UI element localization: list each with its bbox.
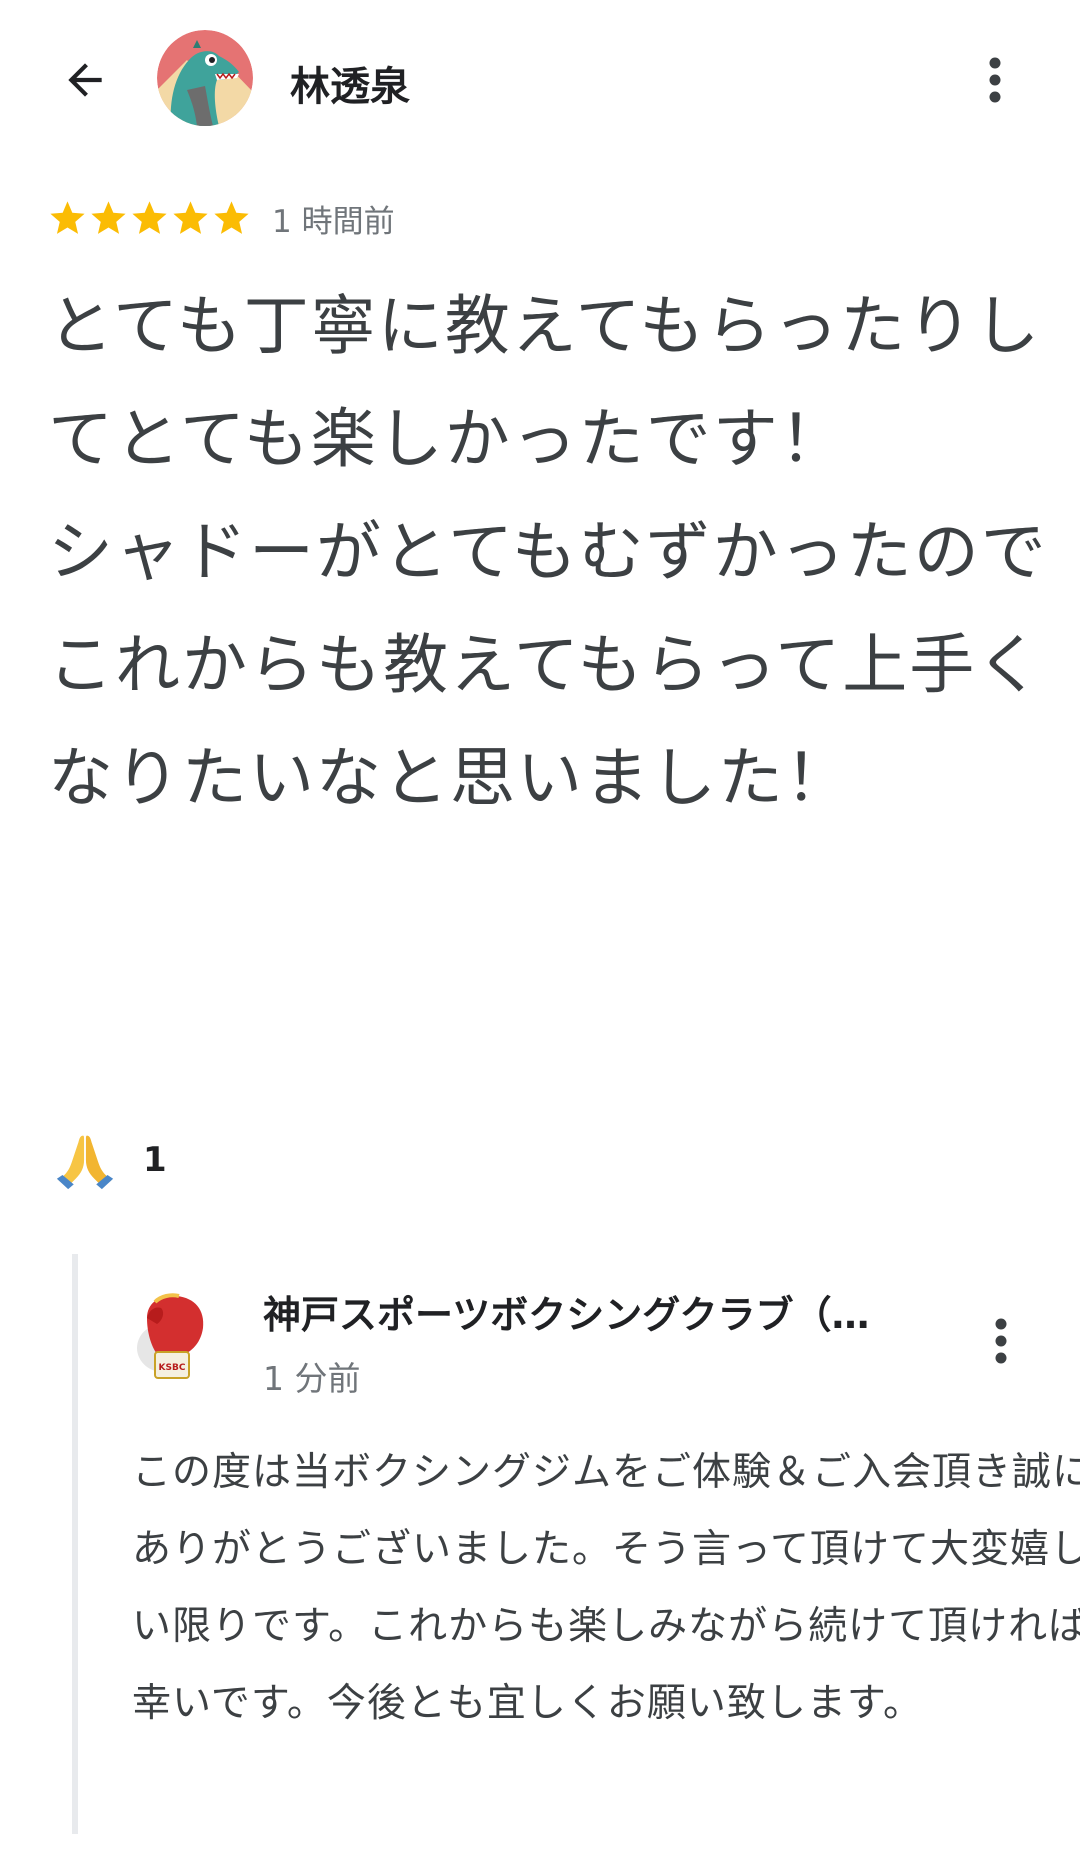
owner-reply-more-button[interactable] bbox=[976, 1309, 1026, 1373]
star-icon bbox=[214, 200, 249, 234]
reaction-count: 1 bbox=[143, 1140, 167, 1180]
star-icon bbox=[91, 200, 126, 234]
reaction-row[interactable]: 1 bbox=[55, 1128, 167, 1192]
boxing-glove-logo-icon: KSBC bbox=[137, 1293, 204, 1379]
owner-reply: KSBC 神戸スポーツボクシングクラブ（… 1 分前 この度は当ボクシングジムを… bbox=[72, 1254, 1080, 1834]
star-icon bbox=[50, 200, 85, 234]
owner-avatar[interactable]: KSBC bbox=[133, 1288, 215, 1384]
star-icon bbox=[132, 200, 167, 234]
star-icon bbox=[173, 200, 208, 234]
owner-reply-time: 1 分前 bbox=[263, 1359, 361, 1398]
more-vert-icon bbox=[995, 1318, 1007, 1364]
dinosaur-avatar-icon bbox=[157, 30, 253, 126]
avatar[interactable] bbox=[157, 30, 253, 126]
review-time: 1 時間前 bbox=[272, 203, 395, 240]
review-text: とても丁寧に教えてもらったりしてとても楽しかったです！ シャドーがとてもむずかっ… bbox=[48, 289, 1048, 816]
logo-text: KSBC bbox=[159, 1363, 186, 1373]
folded-hands-icon[interactable] bbox=[55, 1130, 115, 1190]
more-vert-icon bbox=[989, 57, 1001, 103]
arrow-left-icon bbox=[68, 63, 102, 97]
more-options-button[interactable] bbox=[970, 48, 1020, 112]
author-name[interactable]: 林透泉 bbox=[290, 54, 410, 112]
owner-name[interactable]: 神戸スポーツボクシングクラブ（… bbox=[263, 1284, 963, 1339]
back-button[interactable] bbox=[50, 45, 120, 115]
rating-row: 1 時間前 bbox=[47, 196, 395, 240]
header: 林透泉 bbox=[0, 0, 1080, 160]
star-rating bbox=[47, 198, 252, 239]
owner-reply-text: この度は当ボクシングジムをご体験＆ご入会頂き誠にありがとうございました。そう言っ… bbox=[132, 1450, 1080, 1726]
